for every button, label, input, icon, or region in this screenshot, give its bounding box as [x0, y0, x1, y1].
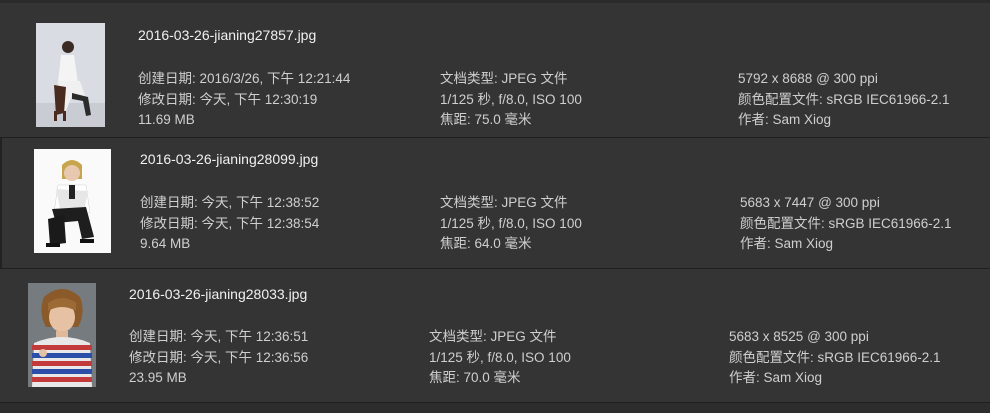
- photo-thumbnail[interactable]: [34, 149, 111, 253]
- document-type: 文档类型: JPEG 文件: [440, 195, 568, 210]
- photo-thumbnail[interactable]: [28, 283, 96, 387]
- exposure-info: 1/125 秒, f/8.0, ISO 100: [429, 349, 571, 365]
- created-date: 创建日期: 2016/3/26, 下午 12:21:44: [138, 71, 351, 86]
- focal-length: 焦距: 64.0 毫米: [440, 236, 532, 251]
- file-exif-column: 文档类型: JPEG 文件 1/125 秒, f/8.0, ISO 100 焦距…: [440, 69, 582, 131]
- author: 作者: Sam Xiog: [729, 370, 823, 385]
- file-row[interactable]: 2016-03-26-jianing27857.jpg 创建日期: 2016/3…: [0, 0, 990, 138]
- modified-date: 修改日期: 今天, 下午 12:36:56: [129, 349, 309, 365]
- file-dates-column: 创建日期: 2016/3/26, 下午 12:21:44 修改日期: 今天, 下…: [138, 69, 350, 131]
- exposure-info: 1/125 秒, f/8.0, ISO 100: [440, 91, 582, 107]
- focal-length: 焦距: 70.0 毫米: [429, 370, 521, 385]
- author: 作者: Sam Xiog: [740, 236, 834, 251]
- file-size: 9.64 MB: [140, 236, 191, 251]
- bottom-edge: [0, 402, 990, 413]
- photo-thumbnail[interactable]: [36, 23, 105, 127]
- image-dimensions: 5792 x 8688 @ 300 ppi: [738, 71, 878, 86]
- file-image-column: 5683 x 8525 @ 300 ppi 颜色配置文件: sRGB IEC61…: [729, 327, 941, 389]
- file-image-column: 5683 x 7447 @ 300 ppi 颜色配置文件: sRGB IEC61…: [740, 193, 952, 255]
- created-date: 创建日期: 今天, 下午 12:38:52: [140, 195, 320, 210]
- file-image-column: 5792 x 8688 @ 300 ppi 颜色配置文件: sRGB IEC61…: [738, 69, 950, 131]
- file-dates-column: 创建日期: 今天, 下午 12:36:51 修改日期: 今天, 下午 12:36…: [129, 327, 308, 389]
- file-size: 11.69 MB: [138, 112, 195, 127]
- file-name: 2016-03-26-jianing28033.jpg: [129, 286, 308, 302]
- image-dimensions: 5683 x 7447 @ 300 ppi: [740, 195, 880, 210]
- color-profile: 颜色配置文件: sRGB IEC61966-2.1: [740, 215, 952, 231]
- file-dates-column: 创建日期: 今天, 下午 12:38:52 修改日期: 今天, 下午 12:38…: [140, 193, 319, 255]
- modified-date: 修改日期: 今天, 下午 12:38:54: [140, 215, 320, 231]
- file-exif-column: 文档类型: JPEG 文件 1/125 秒, f/8.0, ISO 100 焦距…: [440, 193, 582, 255]
- created-date: 创建日期: 今天, 下午 12:36:51: [129, 329, 309, 344]
- file-name: 2016-03-26-jianing27857.jpg: [138, 27, 317, 43]
- author: 作者: Sam Xiog: [738, 112, 832, 127]
- document-type: 文档类型: JPEG 文件: [440, 71, 568, 86]
- file-row[interactable]: 2016-03-26-jianing28099.jpg 创建日期: 今天, 下午…: [0, 138, 990, 269]
- exposure-info: 1/125 秒, f/8.0, ISO 100: [440, 215, 582, 231]
- file-row[interactable]: 2016-03-26-jianing28033.jpg 创建日期: 今天, 下午…: [0, 269, 990, 402]
- color-profile: 颜色配置文件: sRGB IEC61966-2.1: [729, 349, 941, 365]
- row-edge: [0, 138, 2, 269]
- document-type: 文档类型: JPEG 文件: [429, 329, 557, 344]
- focal-length: 焦距: 75.0 毫米: [440, 112, 532, 127]
- file-exif-column: 文档类型: JPEG 文件 1/125 秒, f/8.0, ISO 100 焦距…: [429, 327, 571, 389]
- color-profile: 颜色配置文件: sRGB IEC61966-2.1: [738, 91, 950, 107]
- file-name: 2016-03-26-jianing28099.jpg: [140, 151, 319, 167]
- file-size: 23.95 MB: [129, 370, 187, 385]
- image-dimensions: 5683 x 8525 @ 300 ppi: [729, 329, 869, 344]
- modified-date: 修改日期: 今天, 下午 12:30:19: [138, 91, 318, 107]
